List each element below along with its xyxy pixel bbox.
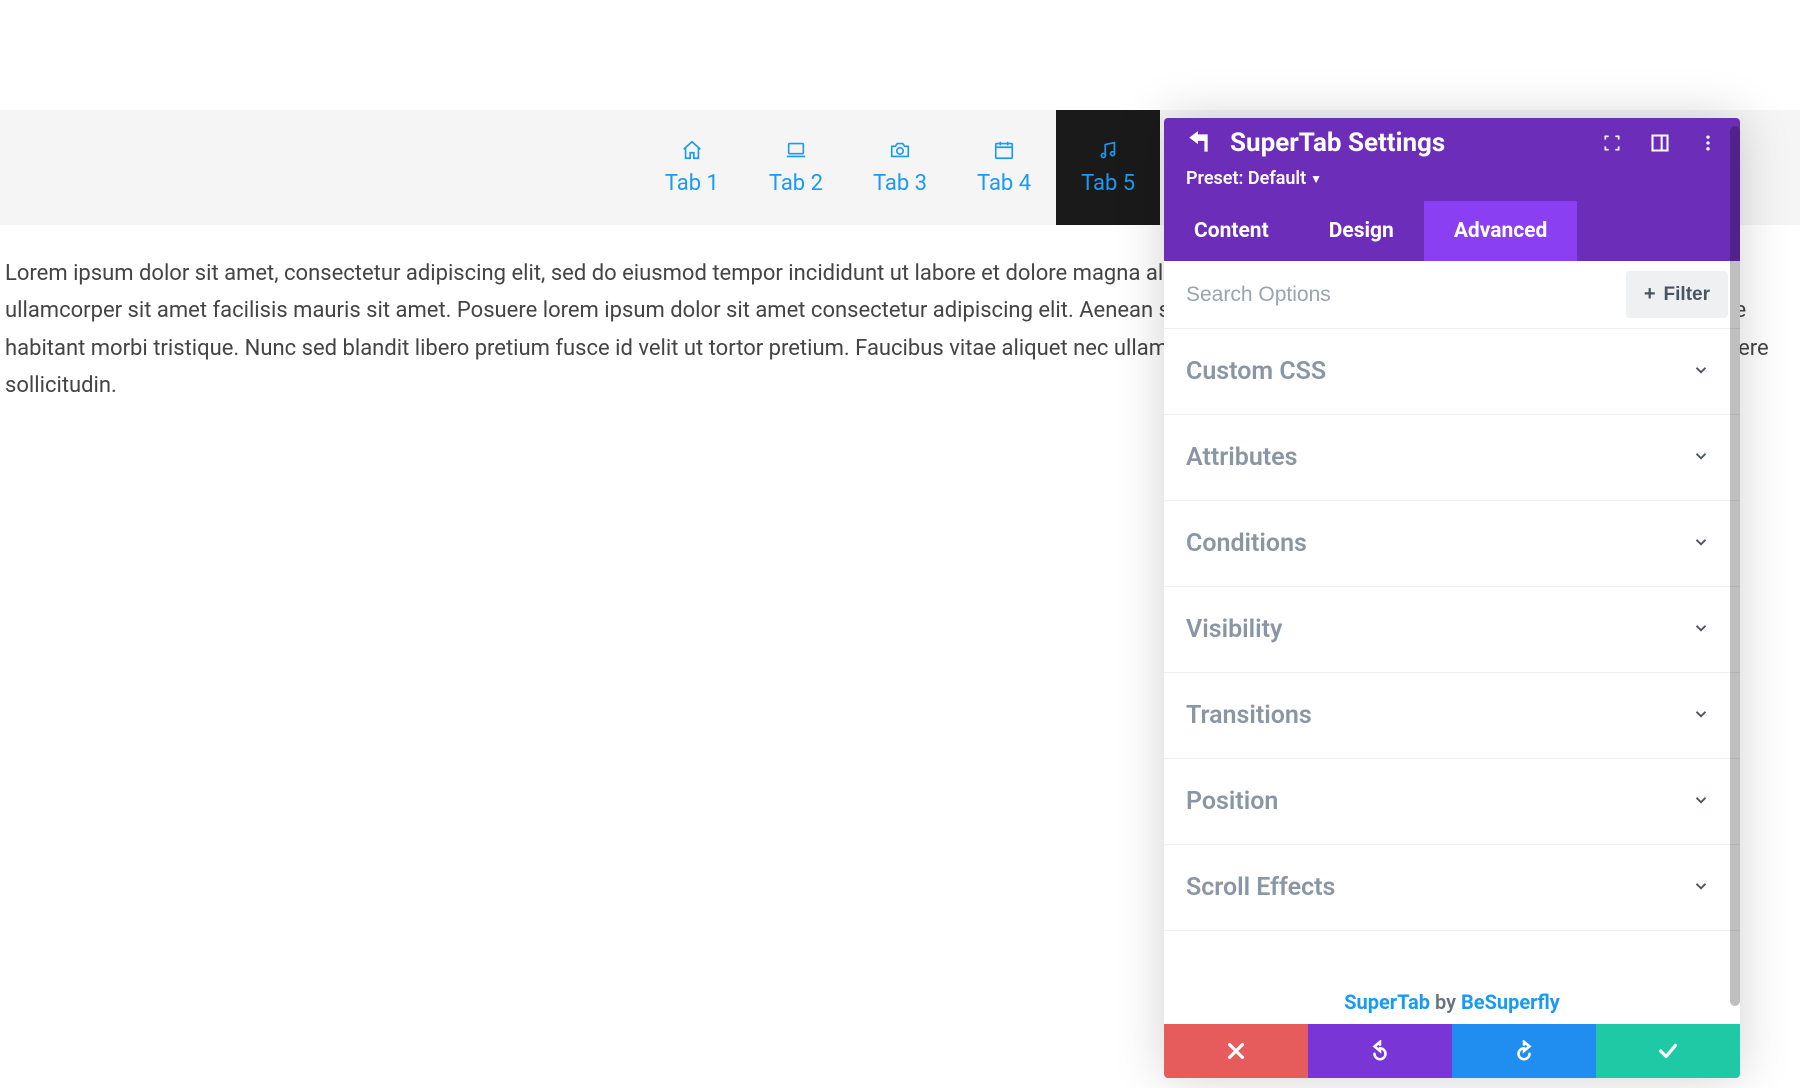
chevron-down-icon xyxy=(1692,533,1710,555)
tab-content[interactable]: Content xyxy=(1164,201,1299,261)
option-attributes[interactable]: Attributes xyxy=(1164,415,1740,501)
back-button[interactable] xyxy=(1186,130,1212,156)
tab-1[interactable]: Tab 1 xyxy=(640,110,744,225)
panel-tabs: Content Design Advanced xyxy=(1164,201,1740,261)
chevron-down-icon xyxy=(1692,447,1710,469)
cancel-button[interactable] xyxy=(1164,1024,1308,1078)
options-list: Custom CSS Attributes Conditions Visibil… xyxy=(1164,329,1740,972)
save-button[interactable] xyxy=(1596,1024,1740,1078)
credit-company-link[interactable]: BeSuperfly xyxy=(1461,990,1560,1014)
panel-title: SuperTab Settings xyxy=(1230,128,1584,158)
panel-header: SuperTab Settings Preset: Default ▼ xyxy=(1164,118,1740,201)
option-position[interactable]: Position xyxy=(1164,759,1740,845)
option-visibility[interactable]: Visibility xyxy=(1164,587,1740,673)
caret-down-icon: ▼ xyxy=(1310,172,1322,186)
preset-selector[interactable]: Preset: Default ▼ xyxy=(1186,168,1718,189)
credit-product-link[interactable]: SuperTab xyxy=(1344,990,1430,1014)
camera-icon xyxy=(889,139,911,161)
chevron-down-icon xyxy=(1692,877,1710,899)
tab-4[interactable]: Tab 4 xyxy=(952,110,1056,225)
search-input[interactable] xyxy=(1164,263,1626,327)
chevron-down-icon xyxy=(1692,705,1710,727)
search-row: + Filter xyxy=(1164,261,1740,329)
tab-5[interactable]: Tab 5 xyxy=(1056,110,1160,225)
chevron-down-icon xyxy=(1692,361,1710,383)
tab-advanced[interactable]: Advanced xyxy=(1424,201,1578,261)
music-icon xyxy=(1097,139,1119,161)
action-bar xyxy=(1164,1024,1740,1078)
preset-label: Preset: Default xyxy=(1186,168,1306,189)
tab-design[interactable]: Design xyxy=(1299,201,1424,261)
settings-panel: SuperTab Settings Preset: Default ▼ Cont… xyxy=(1164,118,1740,1078)
scrollbar[interactable] xyxy=(1730,126,1740,1006)
option-custom-css[interactable]: Custom CSS xyxy=(1164,329,1740,415)
tab-2[interactable]: Tab 2 xyxy=(744,110,848,225)
fullscreen-icon[interactable] xyxy=(1602,133,1622,153)
tab-3[interactable]: Tab 3 xyxy=(848,110,952,225)
filter-button[interactable]: + Filter xyxy=(1626,271,1728,318)
tab-label: Tab 2 xyxy=(769,171,823,196)
option-transitions[interactable]: Transitions xyxy=(1164,673,1740,759)
layout-icon[interactable] xyxy=(1650,133,1670,153)
tab-label: Tab 4 xyxy=(977,171,1031,196)
undo-button[interactable] xyxy=(1308,1024,1452,1078)
chevron-down-icon xyxy=(1692,791,1710,813)
option-conditions[interactable]: Conditions xyxy=(1164,501,1740,587)
credit-row: SuperTab by BeSuperfly xyxy=(1164,972,1740,1024)
calendar-icon xyxy=(993,139,1015,161)
chevron-down-icon xyxy=(1692,619,1710,641)
tab-label: Tab 5 xyxy=(1081,171,1135,196)
plus-icon: + xyxy=(1644,283,1656,306)
option-scroll-effects[interactable]: Scroll Effects xyxy=(1164,845,1740,931)
laptop-icon xyxy=(785,139,807,161)
tab-label: Tab 1 xyxy=(665,171,719,196)
redo-button[interactable] xyxy=(1452,1024,1596,1078)
more-icon[interactable] xyxy=(1698,133,1718,153)
home-icon xyxy=(681,139,703,161)
tab-label: Tab 3 xyxy=(873,171,927,196)
